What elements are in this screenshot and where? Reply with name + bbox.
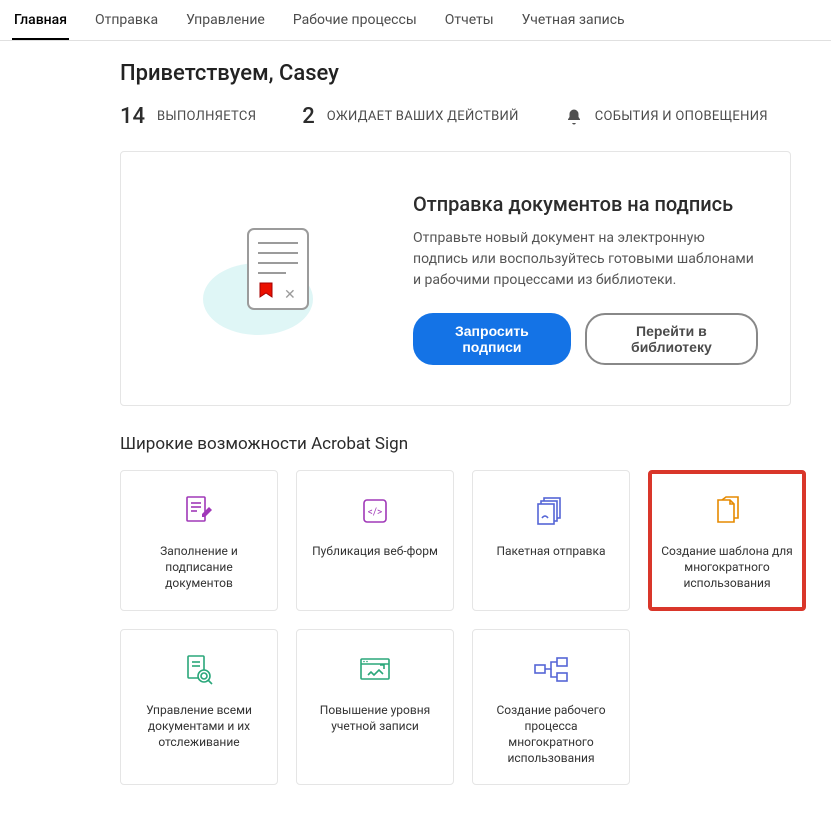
bell-icon: [565, 108, 583, 126]
card-webform[interactable]: </> Публикация веб-форм: [296, 470, 454, 611]
card-upgrade-account[interactable]: Повышение уровня учетной записи: [296, 629, 454, 786]
template-icon: [706, 493, 748, 529]
top-nav: Главная Отправка Управление Рабочие проц…: [0, 0, 831, 41]
manage-track-icon: [178, 652, 220, 688]
nav-manage[interactable]: Управление: [184, 0, 267, 40]
stat-waiting[interactable]: 2 ОЖИДАЕТ ВАШИХ ДЕЙСТВИЙ: [302, 104, 518, 129]
card-label: Пакетная отправка: [496, 543, 605, 559]
card-label: Повышение уровня учетной записи: [307, 702, 443, 734]
request-signatures-button[interactable]: Запросить подписи: [413, 313, 571, 365]
card-label: Публикация веб-форм: [312, 543, 438, 559]
webform-icon: </>: [354, 493, 396, 529]
status-row: 14 ВЫПОЛНЯЕТСЯ 2 ОЖИДАЕТ ВАШИХ ДЕЙСТВИЙ …: [120, 104, 791, 129]
card-label: Заполнение и подписание документов: [131, 543, 267, 592]
svg-text:✕: ✕: [284, 287, 296, 303]
workflow-icon: [530, 652, 572, 688]
card-label: Создание шаблона для многократного испол…: [659, 543, 795, 592]
nav-reports[interactable]: Отчеты: [443, 0, 496, 40]
capabilities-heading: Широкие возможности Acrobat Sign: [120, 434, 791, 454]
stat-in-progress-count: 14: [120, 104, 145, 129]
upgrade-account-icon: [354, 652, 396, 688]
hero-desc: Отправьте новый документ на электронную …: [413, 228, 758, 291]
stat-in-progress[interactable]: 14 ВЫПОЛНЯЕТСЯ: [120, 104, 256, 129]
fill-sign-icon: [178, 493, 220, 529]
stat-waiting-count: 2: [302, 104, 315, 129]
capabilities-grid: Заполнение и подписание документов </> П…: [120, 470, 791, 785]
card-label: Создание рабочего процесса многократного…: [483, 702, 619, 767]
nav-main[interactable]: Главная: [12, 0, 69, 40]
stat-alerts[interactable]: СОБЫТИЯ И ОПОВЕЩЕНИЯ: [565, 108, 768, 126]
main-content: Приветствуем, Casey 14 ВЫПОЛНЯЕТСЯ 2 ОЖИ…: [0, 41, 831, 825]
card-create-template[interactable]: Создание шаблона для многократного испол…: [648, 470, 806, 611]
hero-title: Отправка документов на подпись: [413, 192, 758, 216]
bulk-send-icon: [530, 493, 572, 529]
card-bulk-send[interactable]: Пакетная отправка: [472, 470, 630, 611]
card-fill-sign[interactable]: Заполнение и подписание документов: [120, 470, 278, 611]
hero-illustration: ✕: [153, 209, 383, 349]
nav-account[interactable]: Учетная запись: [520, 0, 627, 40]
go-to-library-button[interactable]: Перейти в библиотеку: [585, 313, 758, 365]
nav-send[interactable]: Отправка: [93, 0, 160, 40]
nav-workflows[interactable]: Рабочие процессы: [291, 0, 419, 40]
stat-waiting-label: ОЖИДАЕТ ВАШИХ ДЕЙСТВИЙ: [327, 109, 519, 124]
svg-text:</>: </>: [368, 507, 382, 518]
hero-actions: Запросить подписи Перейти в библиотеку: [413, 313, 758, 365]
card-manage-track[interactable]: Управление всеми документами и их отслеж…: [120, 629, 278, 786]
card-label: Управление всеми документами и их отслеж…: [131, 702, 267, 751]
card-create-workflow[interactable]: Создание рабочего процесса многократного…: [472, 629, 630, 786]
stat-in-progress-label: ВЫПОЛНЯЕТСЯ: [157, 109, 256, 124]
hero-body: Отправка документов на подпись Отправьте…: [413, 192, 758, 365]
hero-card: ✕ Отправка документов на подпись Отправь…: [120, 151, 791, 406]
stat-alerts-label: СОБЫТИЯ И ОПОВЕЩЕНИЯ: [595, 109, 768, 124]
greeting-heading: Приветствуем, Casey: [120, 61, 791, 86]
